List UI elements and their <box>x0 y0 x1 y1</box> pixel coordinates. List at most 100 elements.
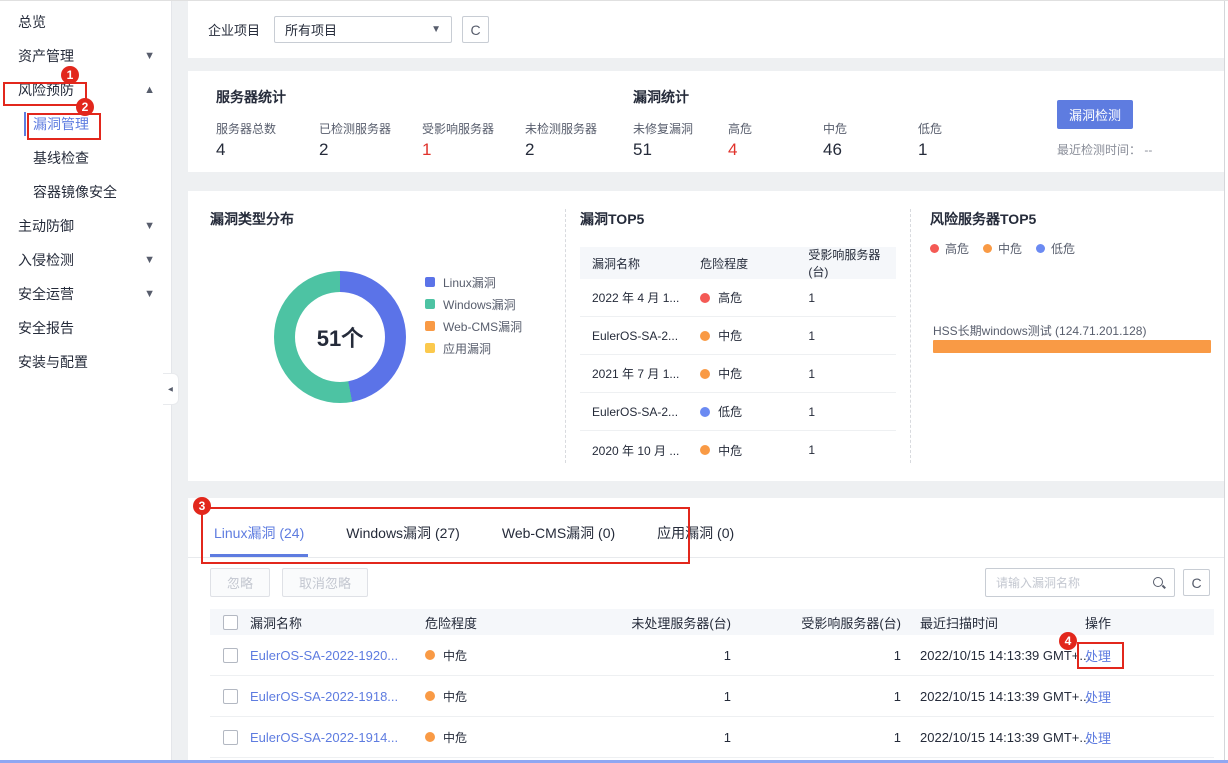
vuln-top5-table: 漏洞名称 危险程度 受影响服务器(台) 2022 年 4 月 1... 高危 1… <box>580 247 896 469</box>
severity-dot-icon <box>425 732 435 742</box>
stat-high-risk: 高危 4 <box>728 120 823 160</box>
collapse-arrow-icon: ◀ <box>168 385 173 393</box>
table-row: EulerOS-SA-2022-1914... 中危 1 1 2022/10/1… <box>210 717 1214 758</box>
vuln-link[interactable]: EulerOS-SA-2... <box>592 329 678 343</box>
sidebar-item-proactive-defense[interactable]: 主动防御▼ <box>0 209 171 243</box>
stat-affected-servers: 受影响服务器 1 <box>422 120 525 160</box>
stat-medium-risk: 中危 46 <box>823 120 918 160</box>
tab-windows-vulns[interactable]: Windows漏洞 (27) <box>342 523 464 557</box>
legend-linux: Linux漏洞 <box>425 271 522 293</box>
vuln-link[interactable]: 2021 年 7 月 1... <box>592 367 679 381</box>
app-swatch-icon <box>425 343 435 353</box>
legend-low: 低危 <box>1036 237 1075 259</box>
vuln-name-link[interactable]: EulerOS-SA-2022-1918... <box>250 689 398 704</box>
tab-linux-vulns[interactable]: Linux漏洞 (24) <box>210 523 308 557</box>
chevron-down-icon: ▼ <box>144 50 155 62</box>
vuln-link[interactable]: 2022 年 4 月 1... <box>592 291 679 305</box>
windows-swatch-icon <box>425 299 435 309</box>
sidebar-item-security-report[interactable]: 安全报告 <box>0 311 171 345</box>
chevron-up-icon: ▲ <box>144 84 155 96</box>
severity-dot-icon <box>425 650 435 660</box>
chevron-down-icon: ▼ <box>144 288 155 300</box>
severity-dot-icon <box>700 407 710 417</box>
vuln-name-link[interactable]: EulerOS-SA-2022-1920... <box>250 648 398 663</box>
sidebar-item-container-image-security[interactable]: 容器镜像安全 <box>0 175 171 209</box>
enterprise-project-bar: 企业项目 所有项目 ▼ C <box>188 1 1224 58</box>
severity-dot-icon <box>700 331 710 341</box>
handle-link[interactable]: 处理 <box>1085 649 1111 664</box>
refresh-icon: C <box>470 22 480 38</box>
sidebar-item-overview[interactable]: 总览 <box>0 5 171 39</box>
vuln-link[interactable]: 2020 年 10 月 ... <box>592 444 679 458</box>
search-input[interactable] <box>996 576 1152 590</box>
vuln-top5-title: 漏洞TOP5 <box>580 209 644 229</box>
linux-swatch-icon <box>425 277 435 287</box>
stat-low-risk: 低危 1 <box>918 120 1013 160</box>
project-select[interactable]: 所有项目 ▼ <box>274 16 452 43</box>
table-row: EulerOS-SA-2... 中危 1 <box>580 317 896 355</box>
sidebar-collapse-handle[interactable]: ◀ <box>163 373 179 405</box>
select-all-checkbox[interactable] <box>223 615 238 630</box>
action-row: 忽略 取消忽略 C <box>210 568 1210 597</box>
stat-total-servers: 服务器总数 4 <box>216 120 319 160</box>
severity-dot-icon <box>700 445 710 455</box>
row-checkbox[interactable] <box>223 730 238 745</box>
vuln-type-distribution: 漏洞类型分布 51个 Linux漏洞 Windows漏洞 Web-CMS漏洞 应… <box>188 191 565 481</box>
refresh-button[interactable]: C <box>462 16 489 43</box>
table-row: 2021 年 7 月 1... 中危 1 <box>580 355 896 393</box>
stat-scanned-servers: 已检测服务器 2 <box>319 120 422 160</box>
refresh-button[interactable]: C <box>1183 569 1210 596</box>
legend-medium: 中危 <box>983 237 1022 259</box>
risk-top5-title: 风险服务器TOP5 <box>930 209 1036 229</box>
vuln-link[interactable]: EulerOS-SA-2... <box>592 405 678 419</box>
table-row: EulerOS-SA-2022-1920... 中危 1 1 2022/10/1… <box>210 635 1214 676</box>
vuln-scan-button[interactable]: 漏洞检测 <box>1057 100 1133 129</box>
vuln-type-title: 漏洞类型分布 <box>210 209 294 229</box>
table-row: EulerOS-SA-2022-1918... 中危 1 1 2022/10/1… <box>210 676 1214 717</box>
row-checkbox[interactable] <box>223 689 238 704</box>
vuln-stats: 漏洞统计 未修复漏洞 51 高危 4 中危 46 低危 1 <box>633 87 1013 160</box>
statistics-card: 服务器统计 服务器总数 4 已检测服务器 2 受影响服务器 1 未检测服务器 2 <box>188 71 1224 172</box>
risk-bar <box>933 340 1211 353</box>
low-dot-icon <box>1036 244 1045 253</box>
table-header: 漏洞名称 危险程度 受影响服务器(台) <box>580 247 896 279</box>
risk-legend: 高危 中危 低危 <box>930 237 1089 259</box>
cancel-ignore-button[interactable]: 取消忽略 <box>282 568 368 597</box>
sidebar-item-security-operations[interactable]: 安全运营▼ <box>0 277 171 311</box>
chevron-down-icon: ▼ <box>431 24 441 35</box>
vuln-name-link[interactable]: EulerOS-SA-2022-1914... <box>250 730 398 745</box>
tab-webcms-vulns[interactable]: Web-CMS漏洞 (0) <box>498 523 619 557</box>
sidebar-item-baseline-check[interactable]: 基线检查 <box>0 141 171 175</box>
sidebar-item-risk-prevention[interactable]: 风险预防▲ <box>0 73 171 107</box>
severity-dot-icon <box>425 691 435 701</box>
vuln-top5: 漏洞TOP5 漏洞名称 危险程度 受影响服务器(台) 2022 年 4 月 1.… <box>565 191 910 481</box>
selected-indicator <box>24 112 26 136</box>
sidebar-item-installation-config[interactable]: 安装与配置 <box>0 345 171 379</box>
legend-windows: Windows漏洞 <box>425 293 522 315</box>
sidebar-item-intrusion-detection[interactable]: 入侵检测▼ <box>0 243 171 277</box>
last-scan-time: 最近检测时间： -- <box>1057 141 1152 158</box>
vuln-table: 漏洞名称 危险程度 未处理服务器(台) 受影响服务器(台) 最近扫描时间 操作 … <box>210 609 1214 758</box>
severity-dot-icon <box>700 369 710 379</box>
legend-webcms: Web-CMS漏洞 <box>425 315 522 337</box>
search-icon[interactable] <box>1152 576 1166 590</box>
vuln-list-card: Linux漏洞 (24) Windows漏洞 (27) Web-CMS漏洞 (0… <box>188 498 1224 763</box>
risk-bar-label: HSS长期windows测试 (124.71.201.128) <box>933 322 1146 339</box>
high-dot-icon <box>930 244 939 253</box>
sidebar-item-vulnerability-management[interactable]: 漏洞管理 <box>0 107 171 141</box>
handle-link[interactable]: 处理 <box>1085 690 1111 705</box>
chevron-down-icon: ▼ <box>144 220 155 232</box>
webcms-swatch-icon <box>425 321 435 331</box>
table-header: 漏洞名称 危险程度 未处理服务器(台) 受影响服务器(台) 最近扫描时间 操作 <box>210 609 1214 635</box>
tab-app-vulns[interactable]: 应用漏洞 (0) <box>653 523 738 557</box>
project-select-value: 所有项目 <box>285 20 337 39</box>
ignore-button[interactable]: 忽略 <box>210 568 270 597</box>
row-checkbox[interactable] <box>223 648 238 663</box>
charts-card: 漏洞类型分布 51个 Linux漏洞 Windows漏洞 Web-CMS漏洞 应… <box>188 191 1224 481</box>
sidebar-item-assets[interactable]: 资产管理▼ <box>0 39 171 73</box>
risk-server-top5: 风险服务器TOP5 高危 中危 低危 HSS长期windows测试 (124.7… <box>910 191 1224 481</box>
table-row: 2020 年 10 月 ... 中危 1 <box>580 431 896 469</box>
enterprise-project-label: 企业项目 <box>208 20 260 39</box>
stat-unscanned-servers: 未检测服务器 2 <box>525 120 628 160</box>
handle-link[interactable]: 处理 <box>1085 731 1111 746</box>
